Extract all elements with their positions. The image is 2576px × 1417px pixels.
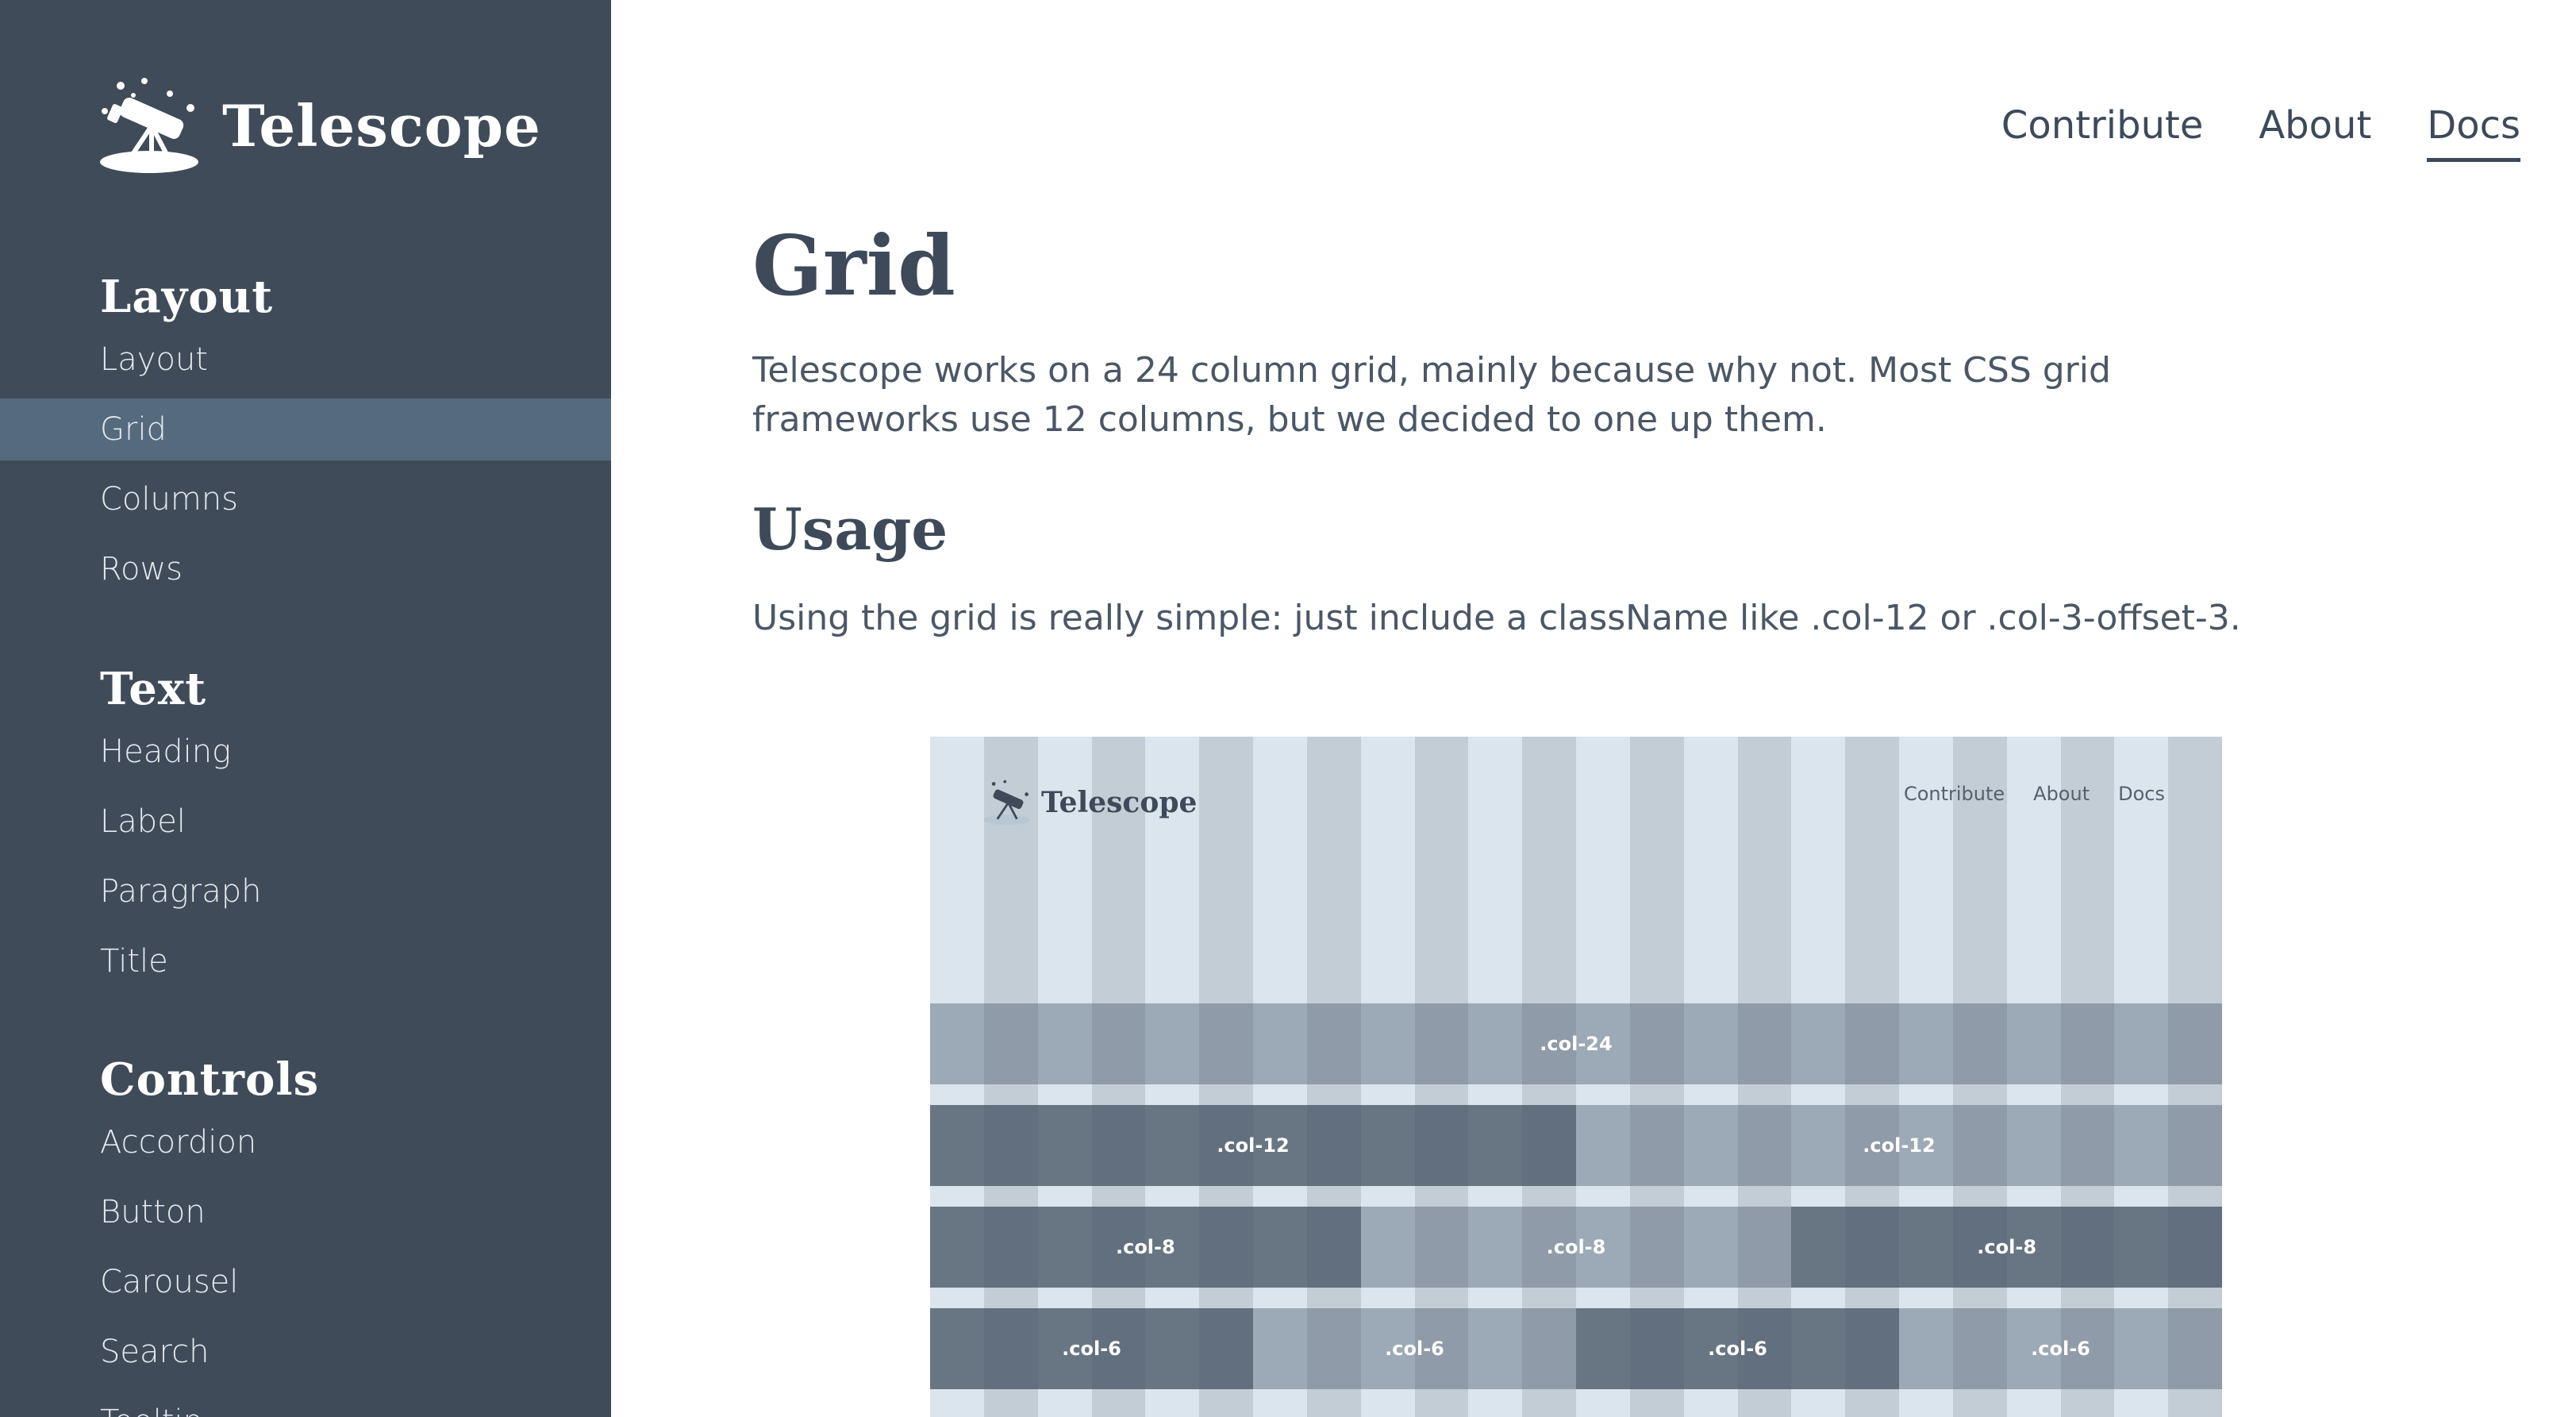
sidebar-item-accordion[interactable]: Accordion: [0, 1111, 611, 1173]
figure-app-name: Telescope: [1041, 786, 1198, 819]
main-content: Grid Telescope works on a 24 column grid…: [752, 214, 2340, 643]
sidebar-item-carousel[interactable]: Carousel: [0, 1251, 611, 1313]
nav-group-layout: Layout Layout Grid Columns Rows: [0, 265, 611, 600]
grid-demo-cell: .col-6: [1576, 1308, 1899, 1389]
sidebar-item-grid[interactable]: Grid: [0, 399, 611, 460]
sidebar: Telescope Layout Layout Grid Columns Row…: [0, 0, 611, 1417]
usage-heading: Usage: [752, 495, 948, 563]
grid-demo-cell-label: .col-6: [2031, 1338, 2090, 1360]
grid-demo-cell: .col-24: [930, 1003, 2222, 1084]
telescope-logo-icon: [983, 780, 1031, 826]
page-title: Grid: [752, 217, 955, 314]
grid-illustration: Telescope Contribute About Docs .col-24.…: [930, 737, 2222, 1417]
intro-paragraph: Telescope works on a 24 column grid, mai…: [752, 350, 2111, 440]
nav-link-contribute[interactable]: Contribute: [2001, 98, 2203, 162]
sidebar-item-rows[interactable]: Rows: [0, 538, 611, 600]
sidebar-item-search[interactable]: Search: [0, 1321, 611, 1383]
grid-demo-cell-label: .col-8: [1115, 1236, 1175, 1258]
grid-demo-cell: .col-8: [1360, 1207, 1792, 1288]
nav-group-text: Text Heading Label Paragraph Title: [0, 657, 611, 992]
grid-demo-cell-label: .col-8: [1546, 1236, 1606, 1258]
sidebar-item-paragraph[interactable]: Paragraph: [0, 861, 611, 922]
grid-demo-cell-label: .col-24: [1540, 1033, 1613, 1055]
sidebar-item-columns[interactable]: Columns: [0, 468, 611, 530]
figure-nav-docs: Docs: [2118, 783, 2165, 805]
sidebar-item-button[interactable]: Button: [0, 1181, 611, 1243]
usage-paragraph: Using the grid is really simple: just in…: [752, 598, 2241, 638]
grid-demo-cell: .col-8: [1791, 1207, 2222, 1288]
figure-logo: Telescope: [982, 776, 1197, 829]
grid-demo-cell: .col-6: [1253, 1308, 1576, 1389]
nav-heading-text: Text: [100, 663, 207, 715]
grid-demo-cell-label: .col-6: [1385, 1338, 1444, 1360]
sidebar-item-layout[interactable]: Layout: [0, 329, 611, 391]
app-name: Telescope: [222, 91, 541, 160]
sidebar-item-tooltip[interactable]: Tooltip: [0, 1391, 611, 1417]
top-nav: Contribute About Docs: [2001, 98, 2520, 162]
grid-demo-row: .col-6 .col-6 .col-6 .col-6: [930, 1308, 2222, 1389]
grid-demo-cell-label: .col-6: [1708, 1338, 1767, 1360]
sidebar-item-heading[interactable]: Heading: [0, 721, 611, 783]
grid-demo-cell: .col-6: [930, 1308, 1253, 1389]
nav-heading-controls: Controls: [100, 1053, 320, 1106]
grid-demo-cell: .col-12: [1576, 1105, 2222, 1186]
nav-group-controls: Controls Accordion Button Carousel Searc…: [0, 1048, 611, 1417]
grid-demo-cell: .col-6: [1899, 1308, 2222, 1389]
figure-nav-contribute: Contribute: [1903, 783, 2005, 805]
sidebar-item-title[interactable]: Title: [0, 930, 611, 992]
grid-demo-cell-label: .col-6: [1062, 1338, 1121, 1360]
nav-link-about[interactable]: About: [2259, 98, 2371, 162]
grid-demo-cell-label: .col-8: [1977, 1236, 2037, 1258]
figure-nav-about: About: [2033, 783, 2090, 805]
sidebar-item-label[interactable]: Label: [0, 791, 611, 853]
grid-demo-cell-label: .col-12: [1217, 1134, 1290, 1157]
sidebar-logo[interactable]: Telescope: [97, 70, 541, 181]
nav-heading-layout: Layout: [100, 271, 274, 323]
grid-demo-row: .col-8 .col-8 .col-8: [930, 1207, 2222, 1288]
grid-demo-row: .col-24: [930, 1003, 2222, 1084]
nav-link-docs[interactable]: Docs: [2427, 98, 2520, 162]
telescope-logo-icon: [100, 78, 198, 173]
grid-demo-row: .col-12 .col-12: [930, 1105, 2222, 1186]
grid-demo-cell-label: .col-12: [1863, 1134, 1936, 1157]
grid-demo-cell: .col-8: [930, 1207, 1361, 1288]
figure-nav: Contribute About Docs: [1904, 783, 2165, 805]
grid-demo-cell: .col-12: [930, 1105, 1576, 1186]
